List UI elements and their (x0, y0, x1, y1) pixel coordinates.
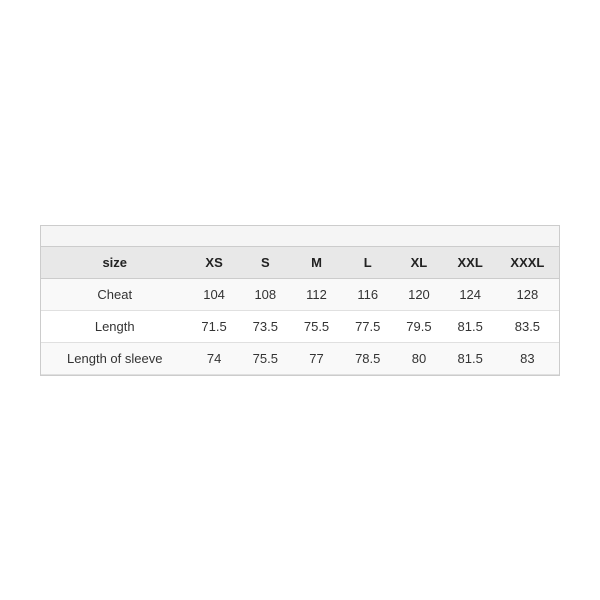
header-cell-xxxl: XXXL (496, 247, 559, 279)
row-label-2: Length of sleeve (41, 342, 188, 374)
table-body: Cheat104108112116120124128Length71.573.5… (41, 278, 559, 374)
header-cell-l: L (342, 247, 393, 279)
row-label-1: Length (41, 310, 188, 342)
header-cell-s: S (240, 247, 291, 279)
header-cell-xl: XL (393, 247, 444, 279)
size-chart: sizeXSSMLXLXXLXXXL Cheat1041081121161201… (40, 225, 560, 376)
cell-2-1: 75.5 (240, 342, 291, 374)
cell-0-2: 112 (291, 278, 342, 310)
table-row: Length71.573.575.577.579.581.583.5 (41, 310, 559, 342)
header-cell-size: size (41, 247, 188, 279)
row-label-0: Cheat (41, 278, 188, 310)
cell-0-0: 104 (188, 278, 239, 310)
cell-0-4: 120 (393, 278, 444, 310)
cell-2-6: 83 (496, 342, 559, 374)
cell-0-6: 128 (496, 278, 559, 310)
cell-1-3: 77.5 (342, 310, 393, 342)
header-cell-m: M (291, 247, 342, 279)
cell-1-0: 71.5 (188, 310, 239, 342)
cell-1-2: 75.5 (291, 310, 342, 342)
cell-0-1: 108 (240, 278, 291, 310)
cell-1-4: 79.5 (393, 310, 444, 342)
cell-2-2: 77 (291, 342, 342, 374)
table-row: Cheat104108112116120124128 (41, 278, 559, 310)
header-cell-xs: XS (188, 247, 239, 279)
cell-2-5: 81.5 (445, 342, 496, 374)
cell-2-3: 78.5 (342, 342, 393, 374)
cell-1-1: 73.5 (240, 310, 291, 342)
size-table: sizeXSSMLXLXXLXXXL Cheat1041081121161201… (41, 247, 559, 375)
cell-1-5: 81.5 (445, 310, 496, 342)
cell-0-3: 116 (342, 278, 393, 310)
header-cell-xxl: XXL (445, 247, 496, 279)
table-row: Length of sleeve7475.57778.58081.583 (41, 342, 559, 374)
cell-1-6: 83.5 (496, 310, 559, 342)
table-header: sizeXSSMLXLXXLXXXL (41, 247, 559, 279)
chart-title-row (41, 226, 559, 247)
cell-2-4: 80 (393, 342, 444, 374)
cell-0-5: 124 (445, 278, 496, 310)
header-row: sizeXSSMLXLXXLXXXL (41, 247, 559, 279)
cell-2-0: 74 (188, 342, 239, 374)
